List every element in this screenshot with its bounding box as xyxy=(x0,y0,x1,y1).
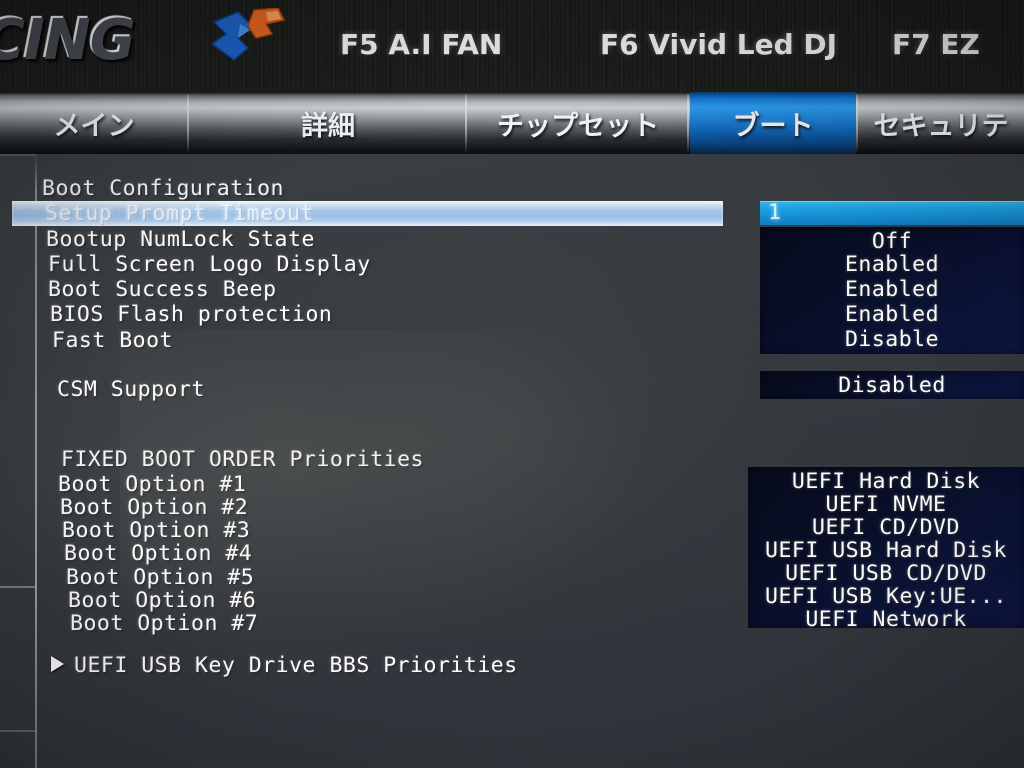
value-setup-prompt-timeout: 1 xyxy=(768,200,781,225)
tab-boot[interactable]: ブート xyxy=(690,92,856,154)
setting-label-full-screen-logo-display[interactable]: Full Screen Logo Display xyxy=(48,252,371,277)
value-csm-support[interactable]: Disabled xyxy=(760,373,1024,398)
panel-border-tick xyxy=(0,586,36,588)
setting-label-boot-option-5[interactable]: Boot Option #5 xyxy=(66,565,254,590)
panel-border-left xyxy=(35,154,37,768)
value-fast-boot[interactable]: Disable xyxy=(760,327,1024,352)
setting-label-fast-boot[interactable]: Fast Boot xyxy=(52,328,173,353)
header-bar: CING F5 A.I FAN F6 Vivid Led DJ F7 EZ xyxy=(0,0,1024,92)
setting-label-boot-success-beep[interactable]: Boot Success Beep xyxy=(48,277,277,302)
setting-label-boot-option-6[interactable]: Boot Option #6 xyxy=(68,588,256,613)
tab-separator xyxy=(687,94,689,152)
value-boot-option-2[interactable]: UEFI NVME xyxy=(748,492,1024,517)
value-panel-fixed-boot-order: UEFI Hard Disk UEFI NVME UEFI CD/DVD UEF… xyxy=(748,467,1024,632)
tab-main[interactable]: メイン xyxy=(0,92,188,154)
section-title-fixed-boot-order: FIXED BOOT ORDER Priorities xyxy=(61,447,424,472)
value-boot-option-4[interactable]: UEFI USB Hard Disk xyxy=(748,538,1024,563)
value-boot-option-1[interactable]: UEFI Hard Disk xyxy=(748,469,1024,494)
tab-chipset[interactable]: チップセット xyxy=(468,92,688,154)
panel-border-tick xyxy=(0,730,36,732)
setting-label-boot-option-4[interactable]: Boot Option #4 xyxy=(64,541,252,566)
setting-label-setup-prompt-timeout[interactable]: Setup Prompt Timeout xyxy=(45,201,314,226)
brand-logo-text: CING xyxy=(0,6,134,71)
tab-bar: メイン 詳細 チップセット ブート セキュリテ xyxy=(0,92,1024,154)
brand-logo: CING xyxy=(0,2,290,74)
value-boot-option-6[interactable]: UEFI USB Key:UE... xyxy=(748,584,1024,609)
value-boot-success-beep[interactable]: Enabled xyxy=(760,277,1024,302)
triangle-right-icon xyxy=(51,656,64,672)
value-panel-boot-configuration: Off Enabled Enabled Enabled Disable xyxy=(760,227,1024,354)
setting-label-boot-option-2[interactable]: Boot Option #2 xyxy=(60,495,248,520)
setting-label-boot-option-3[interactable]: Boot Option #3 xyxy=(62,518,250,543)
racing-chevron-logo-icon xyxy=(210,8,286,61)
value-field-setup-prompt-timeout[interactable]: 1 xyxy=(760,201,1024,225)
setting-label-bios-flash-protection[interactable]: BIOS Flash protection xyxy=(50,302,332,327)
bios-setup-screen: CING F5 A.I FAN F6 Vivid Led DJ F7 EZ メイ… xyxy=(0,0,1024,768)
fkey-ai-fan[interactable]: F5 A.I FAN xyxy=(340,28,502,61)
submenu-uefi-usb-key-drive-bbs-priorities[interactable]: UEFI USB Key Drive BBS Priorities xyxy=(74,653,518,678)
section-title-boot-configuration: Boot Configuration xyxy=(42,176,284,201)
tab-separator xyxy=(465,94,467,152)
value-boot-option-7[interactable]: UEFI Network xyxy=(748,607,1024,632)
setting-label-csm-support[interactable]: CSM Support xyxy=(57,377,205,402)
tab-security[interactable]: セキュリテ xyxy=(858,92,1024,154)
setting-label-bootup-numlock-state[interactable]: Bootup NumLock State xyxy=(46,227,315,252)
value-bios-flash-protection[interactable]: Enabled xyxy=(760,302,1024,327)
fkey-ez[interactable]: F7 EZ xyxy=(892,28,980,61)
panel-border-tick xyxy=(0,154,36,156)
tab-separator xyxy=(856,94,858,152)
tab-separator xyxy=(187,94,189,152)
value-panel-csm-support: Disabled xyxy=(760,371,1024,399)
tab-advanced[interactable]: 詳細 xyxy=(190,92,466,154)
setting-label-boot-option-7[interactable]: Boot Option #7 xyxy=(70,611,258,636)
setting-label-boot-option-1[interactable]: Boot Option #1 xyxy=(58,472,246,497)
fkey-vivid-led-dj[interactable]: F6 Vivid Led DJ xyxy=(600,28,837,61)
value-boot-option-3[interactable]: UEFI CD/DVD xyxy=(748,515,1024,540)
value-bootup-numlock-state[interactable]: Off xyxy=(760,229,1024,254)
value-boot-option-5[interactable]: UEFI USB CD/DVD xyxy=(748,561,1024,586)
value-full-screen-logo-display[interactable]: Enabled xyxy=(760,252,1024,277)
